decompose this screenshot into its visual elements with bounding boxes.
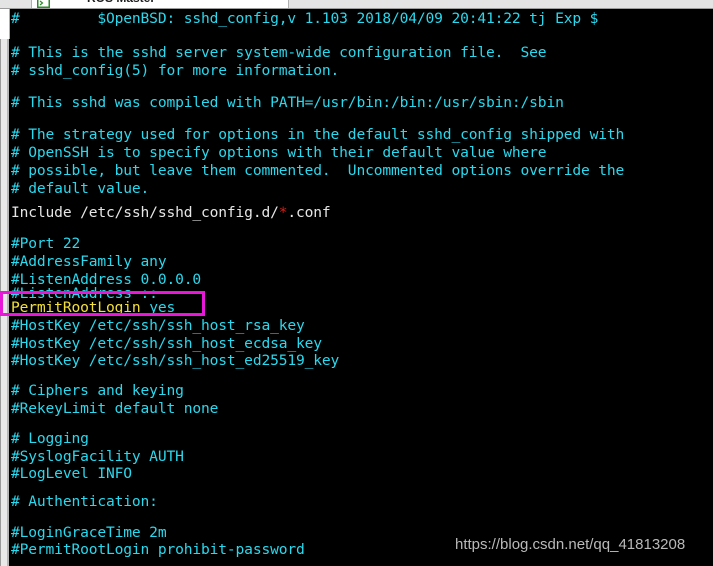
terminal-text-segment: #HostKey /etc/ssh/ssh_host_rsa_key xyxy=(11,317,305,334)
terminal-text-segment: # default value. xyxy=(11,180,150,197)
terminal-line: #PermitRootLogin prohibit-password xyxy=(11,541,305,559)
terminal-text-segment: #RekeyLimit default none xyxy=(11,400,219,417)
watermark-text: https://blog.csdn.net/qq_41813208 xyxy=(455,536,686,553)
terminal-text-segment: # Authentication: xyxy=(11,493,158,510)
terminal-line: # $OpenBSD: sshd_config,v 1.103 2018/04/… xyxy=(11,10,598,28)
terminal-line: # sshd_config(5) for more information. xyxy=(11,62,339,80)
terminal-line: # Ciphers and keying xyxy=(11,382,184,400)
terminal-line: #HostKey /etc/ssh/ssh_host_rsa_key xyxy=(11,317,305,335)
terminal-text-segment: yes xyxy=(149,299,176,316)
terminal-text-segment: #LoginGraceTime 2m xyxy=(11,524,167,541)
terminal-line: # OpenSSH is to specify options with the… xyxy=(11,144,547,162)
terminal-text-segment: # This is the sshd server system-wide co… xyxy=(11,44,547,61)
terminal-text-segment: #SyslogFacility AUTH xyxy=(11,448,184,465)
terminal-text-segment: #Port 22 xyxy=(11,235,81,252)
terminal-line: #SyslogFacility AUTH xyxy=(11,448,184,466)
terminal-line: PermitRootLogin yes xyxy=(11,299,175,317)
terminal-line: Include /etc/ssh/sshd_config.d/*.conf xyxy=(11,204,331,222)
terminal-line: # This sshd was compiled with PATH=/usr/… xyxy=(11,94,564,112)
terminal-text-segment: # sshd_config(5) for more information. xyxy=(11,62,340,79)
terminal-text-segment: PermitRootLogin xyxy=(11,299,150,316)
title-bar-shadow xyxy=(0,8,713,9)
terminal-text-segment: # possible, but leave them commented. Un… xyxy=(11,162,625,179)
terminal-icon xyxy=(37,0,50,8)
terminal-line: #AddressFamily any xyxy=(11,253,167,271)
terminal-text-segment: #HostKey /etc/ssh/ssh_host_ed25519_key xyxy=(11,352,340,369)
terminal-text-segment: # Logging xyxy=(11,430,89,447)
terminal-text-segment: # $OpenBSD: sshd_config,v 1.103 2018/04/… xyxy=(11,10,599,27)
terminal-line: #LoginGraceTime 2m xyxy=(11,524,167,542)
terminal-text-segment: #PermitRootLogin prohibit-password xyxy=(11,541,305,558)
terminal-line: # This is the sshd server system-wide co… xyxy=(11,44,547,62)
tab-label: ROS Master xyxy=(87,0,155,5)
window-left-notch xyxy=(0,9,10,39)
tab-overflow-dots[interactable]: ·· xyxy=(278,0,285,5)
terminal-line: # Logging xyxy=(11,430,89,448)
terminal-text-segment: # The strategy used for options in the d… xyxy=(11,126,625,143)
window-left-inner-edge xyxy=(7,9,9,566)
terminal-line: # The strategy used for options in the d… xyxy=(11,126,624,144)
terminal-text-segment: Include /etc/ssh/sshd_config.d/ xyxy=(11,204,279,221)
terminal-line: #RekeyLimit default none xyxy=(11,400,218,418)
tab-ros-master[interactable]: ROS Master ·· xyxy=(31,0,289,8)
terminal-text-segment: #HostKey /etc/ssh/ssh_host_ecdsa_key xyxy=(11,335,322,352)
terminal-line: # default value. xyxy=(11,180,149,198)
screenshot-root: # $OpenBSD: sshd_config,v 1.103 2018/04/… xyxy=(0,0,713,566)
terminal-line: #Port 22 xyxy=(11,235,80,253)
terminal-line: #HostKey /etc/ssh/ssh_host_ecdsa_key xyxy=(11,335,322,353)
window-left-edge xyxy=(0,9,1,566)
terminal-text-segment: #AddressFamily any xyxy=(11,253,167,270)
terminal-line: # Authentication: xyxy=(11,493,158,511)
terminal-text-segment: # OpenSSH is to specify options with the… xyxy=(11,144,547,161)
terminal-text-segment: # Ciphers and keying xyxy=(11,382,184,399)
terminal-text-segment: #LogLevel INFO xyxy=(11,465,132,482)
terminal-text-area[interactable]: # $OpenBSD: sshd_config,v 1.103 2018/04/… xyxy=(9,9,713,566)
terminal-text-segment: # This sshd was compiled with PATH=/usr/… xyxy=(11,94,564,111)
terminal-text-segment: .conf xyxy=(287,204,331,221)
terminal-line: #HostKey /etc/ssh/ssh_host_ed25519_key xyxy=(11,352,339,370)
terminal-line: # possible, but leave them commented. Un… xyxy=(11,162,624,180)
terminal-line: #LogLevel INFO xyxy=(11,465,132,483)
